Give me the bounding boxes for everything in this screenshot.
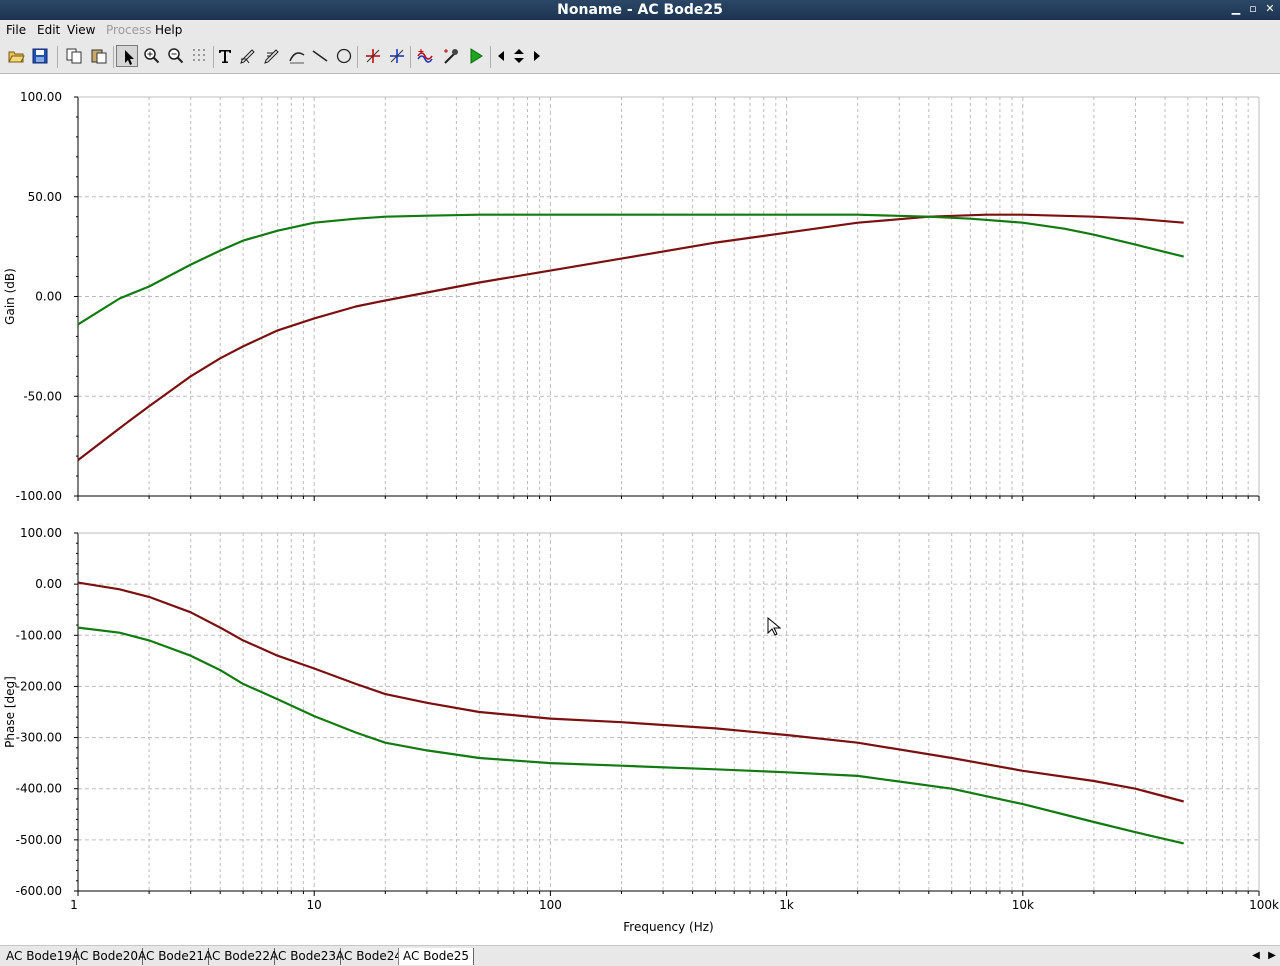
select-pointer-icon[interactable] (116, 45, 138, 67)
x-tick-label: 1k (779, 898, 794, 912)
tab-ac-bode25[interactable]: AC Bode25 (398, 948, 475, 965)
copy-icon[interactable] (63, 45, 85, 67)
probe-icon[interactable] (440, 45, 462, 67)
window-title: Noname - AC Bode25 (557, 2, 723, 18)
toolbar-separator (490, 46, 491, 68)
paste-icon[interactable] (88, 45, 110, 67)
phase-series-2-line (77, 626, 1184, 845)
gain-series-1-line (77, 213, 1184, 461)
tab-scroll-right-icon[interactable]: ▶ (1265, 948, 1279, 963)
zoom-out-icon[interactable] (165, 45, 187, 67)
y-tick-label: -300.00 (16, 731, 62, 745)
cursor-a-icon[interactable] (362, 45, 384, 67)
tab-ac-bode19[interactable]: AC Bode19 (2, 948, 78, 965)
add-marker-icon[interactable] (414, 45, 436, 67)
x-tick-label: 1 (70, 898, 78, 912)
y-tick-label: -100.00 (16, 628, 62, 642)
circle-icon[interactable] (333, 45, 355, 67)
x-tick-label: 100 (539, 898, 562, 912)
toolbar (0, 40, 1280, 74)
bode-plot-svg[interactable]: 100.0050.000.00-50.00-100.00Gain (dB)100… (0, 75, 1280, 945)
y-tick-label: 0.00 (35, 577, 62, 591)
mouse-cursor-icon (767, 617, 781, 636)
gain-series-2-line (77, 213, 1184, 326)
title-bar: Noname - AC Bode25 ▁ ▫ ✕ (0, 0, 1280, 20)
line-icon[interactable] (309, 45, 331, 67)
y-axis-label: Phase [deg] (3, 676, 17, 748)
menu-process[interactable]: Process (106, 23, 152, 37)
cursor-b-icon[interactable] (386, 45, 408, 67)
phase-series-1-line (77, 581, 1184, 803)
grid-icon[interactable] (189, 45, 211, 67)
y-tick-label: -200.00 (16, 679, 62, 693)
menu-view[interactable]: View (67, 23, 95, 37)
toolbar-separator (113, 46, 114, 68)
x-tick-label: 100k (1249, 898, 1279, 912)
x-tick-label: 10 (307, 898, 322, 912)
y-tick-label: 100.00 (20, 90, 62, 104)
toolbar-separator (410, 46, 411, 68)
y-tick-label: 50.00 (28, 190, 62, 204)
x-tick-label: 10k (1012, 898, 1034, 912)
pen-icon[interactable] (237, 45, 259, 67)
menu-file[interactable]: File (6, 23, 26, 37)
menu-help[interactable]: Help (155, 23, 182, 37)
y-tick-label: -600.00 (16, 884, 62, 898)
tab-ac-bode20[interactable]: AC Bode20 (68, 948, 144, 965)
save-icon[interactable] (29, 45, 51, 67)
y-tick-label: -100.00 (16, 489, 62, 503)
open-icon[interactable] (5, 45, 27, 67)
tab-ac-bode21[interactable]: AC Bode21 (134, 948, 210, 965)
next-icon[interactable] (526, 45, 548, 67)
minimize-icon[interactable]: ▁ (1228, 1, 1244, 17)
close-icon[interactable]: ✕ (1262, 1, 1278, 17)
toolbar-separator (357, 46, 358, 68)
y-tick-label: -400.00 (16, 782, 62, 796)
menu-bar: File Edit View Process Help (0, 20, 1280, 40)
zoom-in-icon[interactable] (141, 45, 163, 67)
bode-plot-area[interactable]: 100.00 50.00 0.00 -50.00 -100.00 Gain (dB) 100… (0, 75, 1280, 945)
pen-alt-icon[interactable] (261, 45, 283, 67)
y-tick-label: -500.00 (16, 833, 62, 847)
toolbar-separator (57, 46, 58, 68)
tab-bar: AC Bode19 AC Bode20 AC Bode21 AC Bode22 … (0, 945, 1280, 966)
x-axis-label: Frequency (Hz) (623, 920, 714, 934)
tab-ac-bode23[interactable]: AC Bode23 (266, 948, 342, 965)
curve-icon[interactable] (286, 45, 308, 67)
y-tick-label: -50.00 (23, 389, 62, 403)
y-tick-label: 0.00 (35, 290, 62, 304)
text-icon[interactable] (214, 45, 236, 67)
tab-ac-bode24[interactable]: AC Bode24 (332, 948, 408, 965)
run-icon[interactable] (465, 45, 487, 67)
tab-scroll-left-icon[interactable]: ◀ (1249, 948, 1263, 963)
menu-edit[interactable]: Edit (37, 23, 60, 37)
y-tick-label: 100.00 (20, 526, 62, 540)
y-axis-label: Gain (dB) (3, 268, 17, 325)
maximize-icon[interactable]: ▫ (1245, 1, 1261, 17)
tab-ac-bode22[interactable]: AC Bode22 (200, 948, 276, 965)
